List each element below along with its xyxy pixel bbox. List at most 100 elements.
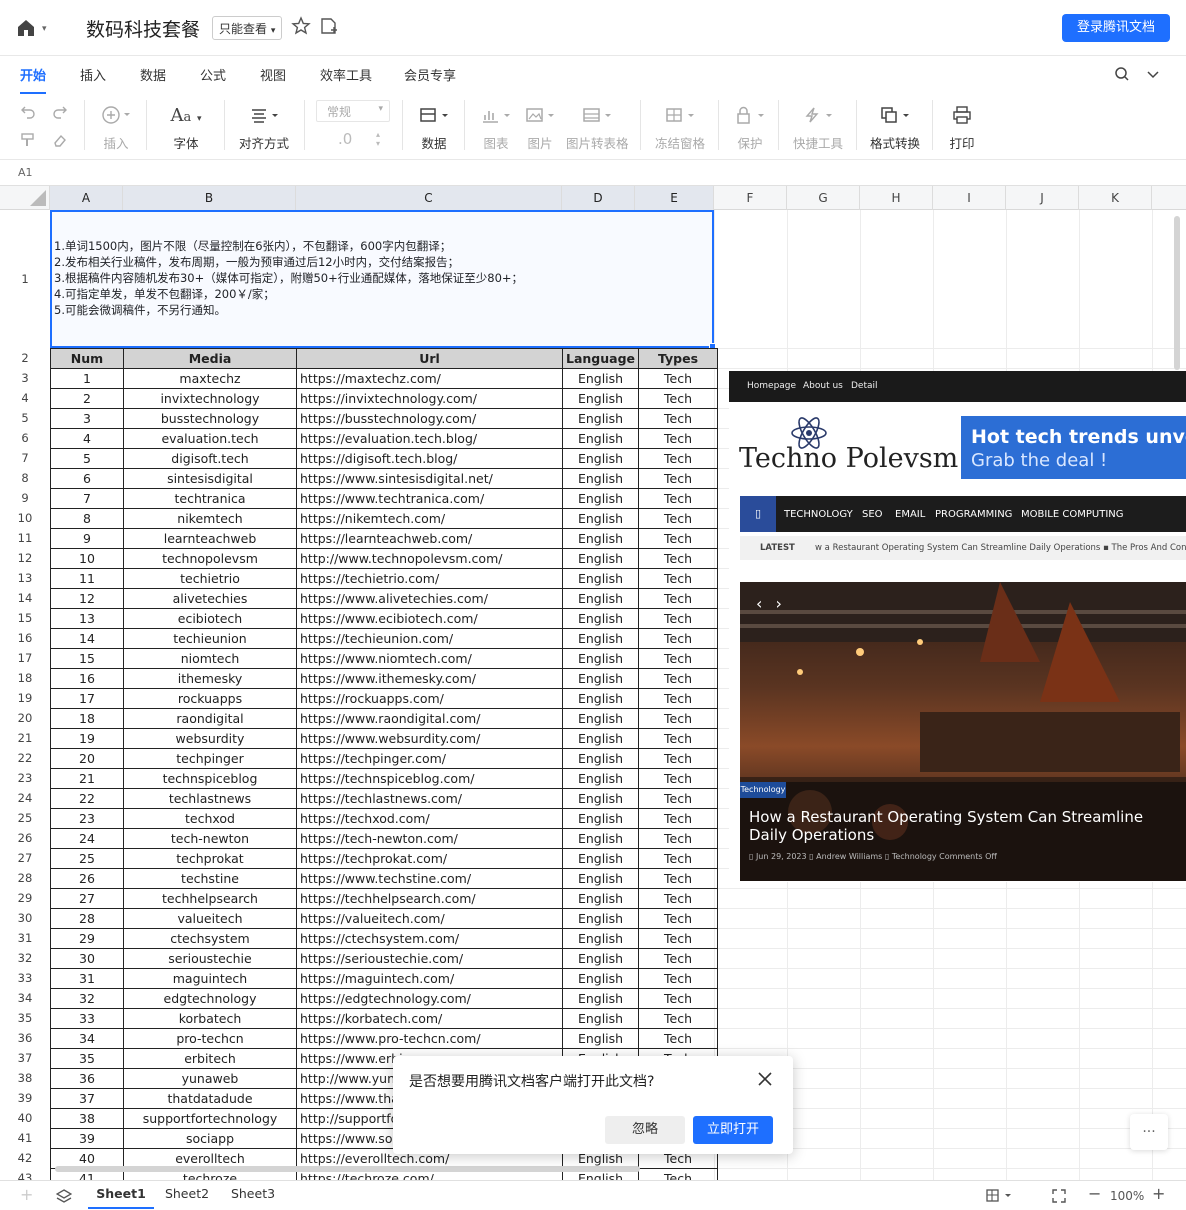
table-cell[interactable]: https://techlastnews.com/ xyxy=(296,788,563,809)
add-sheet-icon[interactable]: + xyxy=(20,1185,33,1204)
close-icon[interactable] xyxy=(757,1071,773,1087)
table-header-cell[interactable]: Types xyxy=(638,348,719,369)
font-button[interactable]: Aa ▾ 字体 xyxy=(166,104,206,152)
row-header[interactable]: 28 xyxy=(0,868,50,888)
table-cell[interactable]: https://www.techstine.com/ xyxy=(296,868,563,889)
row-header[interactable]: 10 xyxy=(0,508,50,528)
row-header[interactable]: 20 xyxy=(0,708,50,728)
row-header[interactable]: 8 xyxy=(0,468,50,488)
chart-button[interactable]: 图表 xyxy=(478,104,514,152)
search-icon[interactable] xyxy=(1114,66,1130,82)
table-cell[interactable]: https://techpinger.com/ xyxy=(296,748,563,769)
table-cell[interactable]: Tech xyxy=(638,428,719,449)
table-cell[interactable]: https://rockuapps.com/ xyxy=(296,688,563,709)
vertical-scrollbar[interactable] xyxy=(1174,216,1180,370)
table-cell[interactable]: Tech xyxy=(638,1028,719,1049)
table-header-cell[interactable]: Url xyxy=(296,348,563,369)
open-now-button[interactable]: 立即打开 xyxy=(693,1116,773,1144)
table-cell[interactable]: 15 xyxy=(50,648,124,669)
row-header[interactable]: 18 xyxy=(0,668,50,688)
row-header[interactable]: 38 xyxy=(0,1068,50,1088)
table-cell[interactable]: 33 xyxy=(50,1008,124,1029)
table-cell[interactable]: Tech xyxy=(638,708,719,729)
table-cell[interactable]: techpinger xyxy=(123,748,297,769)
table-cell[interactable]: techxod xyxy=(123,808,297,829)
table-cell[interactable]: 26 xyxy=(50,868,124,889)
tab-view[interactable]: 视图 xyxy=(260,65,286,84)
table-cell[interactable]: 12 xyxy=(50,588,124,609)
table-cell[interactable]: https://www.ithemesky.com/ xyxy=(296,668,563,689)
row-header[interactable]: 11 xyxy=(0,528,50,548)
table-cell[interactable]: 2 xyxy=(50,388,124,409)
table-cell[interactable]: Tech xyxy=(638,648,719,669)
table-cell[interactable]: invixtechnology xyxy=(123,388,297,409)
table-cell[interactable]: https://techprokat.com/ xyxy=(296,848,563,869)
table-cell[interactable]: Tech xyxy=(638,468,719,489)
table-cell[interactable]: 17 xyxy=(50,688,124,709)
table-cell[interactable]: 20 xyxy=(50,748,124,769)
column-header-h[interactable]: H xyxy=(860,186,933,210)
table-cell[interactable]: 21 xyxy=(50,768,124,789)
table-cell[interactable]: 38 xyxy=(50,1108,124,1129)
decimal-button[interactable]: .0 xyxy=(338,130,352,148)
select-all-corner[interactable] xyxy=(0,186,50,210)
row-header[interactable]: 23 xyxy=(0,768,50,788)
row-header[interactable]: 34 xyxy=(0,988,50,1008)
document-title[interactable]: 数码科技套餐 xyxy=(86,15,200,42)
table-cell[interactable]: English xyxy=(561,1028,640,1049)
table-cell[interactable]: 30 xyxy=(50,948,124,969)
table-cell[interactable]: English xyxy=(561,668,640,689)
row-header[interactable]: 1 xyxy=(0,210,50,348)
more-options-icon[interactable]: ··· xyxy=(1130,1114,1168,1150)
row-header[interactable]: 7 xyxy=(0,448,50,468)
tab-start[interactable]: 开始 xyxy=(20,65,46,84)
table-cell[interactable]: Tech xyxy=(638,988,719,1009)
table-cell[interactable]: techtranica xyxy=(123,488,297,509)
undo-icon[interactable] xyxy=(20,104,36,120)
table-cell[interactable]: raondigital xyxy=(123,708,297,729)
table-cell[interactable]: 27 xyxy=(50,888,124,909)
quick-tools-button[interactable]: 快捷工具 xyxy=(792,104,844,152)
table-cell[interactable]: 5 xyxy=(50,448,124,469)
sheet-tab-3[interactable]: Sheet3 xyxy=(220,1181,286,1209)
table-cell[interactable]: Tech xyxy=(638,588,719,609)
table-cell[interactable]: 25 xyxy=(50,848,124,869)
row-header[interactable]: 39 xyxy=(0,1088,50,1108)
row-header[interactable]: 3 xyxy=(0,368,50,388)
table-cell[interactable]: Tech xyxy=(638,868,719,889)
login-button[interactable]: 登录腾讯文档 xyxy=(1062,14,1170,42)
table-cell[interactable]: https://techhelpsearch.com/ xyxy=(296,888,563,909)
row-header[interactable]: 37 xyxy=(0,1048,50,1068)
column-header-f[interactable]: F xyxy=(714,186,787,210)
sheet-tab-1[interactable]: Sheet1 xyxy=(88,1181,154,1209)
table-cell[interactable]: Tech xyxy=(638,968,719,989)
table-cell[interactable]: English xyxy=(561,828,640,849)
image-button[interactable]: 图片 xyxy=(522,104,558,152)
star-icon[interactable] xyxy=(291,16,311,36)
table-cell[interactable]: yunaweb xyxy=(123,1068,297,1089)
row-header[interactable]: 40 xyxy=(0,1108,50,1128)
row-header[interactable]: 30 xyxy=(0,908,50,928)
table-cell[interactable]: ctechsystem xyxy=(123,928,297,949)
row-header[interactable]: 22 xyxy=(0,748,50,768)
table-cell[interactable]: 13 xyxy=(50,608,124,629)
table-cell[interactable]: Tech xyxy=(638,928,719,949)
table-header-cell[interactable]: Language xyxy=(561,348,640,369)
table-cell[interactable]: English xyxy=(561,868,640,889)
table-cell[interactable]: https://evaluation.tech.blog/ xyxy=(296,428,563,449)
tab-insert[interactable]: 插入 xyxy=(80,65,106,84)
table-cell[interactable]: nikemtech xyxy=(123,508,297,529)
table-cell[interactable]: maguintech xyxy=(123,968,297,989)
table-cell[interactable]: https://busstechnology.com/ xyxy=(296,408,563,429)
table-cell[interactable]: digisoft.tech xyxy=(123,448,297,469)
table-cell[interactable]: https://www.techtranica.com/ xyxy=(296,488,563,509)
table-cell[interactable]: 29 xyxy=(50,928,124,949)
table-cell[interactable]: Tech xyxy=(638,728,719,749)
table-cell[interactable]: 28 xyxy=(50,908,124,929)
table-cell[interactable]: supportfortechnology xyxy=(123,1108,297,1129)
ignore-button[interactable]: 忽略 xyxy=(605,1116,685,1144)
table-cell[interactable]: https://techietrio.com/ xyxy=(296,568,563,589)
table-cell[interactable]: techietrio xyxy=(123,568,297,589)
sheet-tab-2[interactable]: Sheet2 xyxy=(154,1181,220,1209)
table-cell[interactable]: ithemesky xyxy=(123,668,297,689)
